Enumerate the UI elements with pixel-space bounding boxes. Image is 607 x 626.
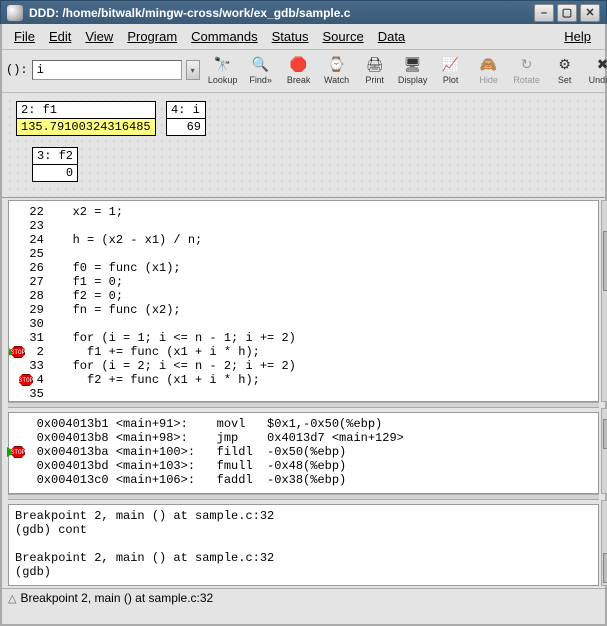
print-button[interactable]: 🖨Print (356, 52, 394, 88)
set-icon: ⚙ (556, 56, 574, 74)
statusbar: △ Breakpoint 2, main () at sample.c:32 (2, 588, 605, 607)
scrollbar-thumb[interactable] (603, 419, 607, 449)
scrollbar-thumb[interactable] (603, 231, 607, 291)
breakpoint-icon[interactable]: STOP (19, 374, 33, 386)
display-f2-title: 3: f2 (33, 148, 77, 165)
display-f1-value: 135.79100324316485 (17, 119, 155, 135)
menu-edit[interactable]: Edit (43, 27, 77, 46)
source-pane[interactable]: 22 x2 = 1; 23 24 h = (x2 - x1) / n; 25 2… (8, 200, 599, 402)
print-icon: 🖨 (366, 56, 384, 74)
rotate-button[interactable]: ↻Rotate (508, 52, 546, 88)
assembly-pane[interactable]: 0x004013b1 <main+91>: movl $0x1,-0x50(%e… (8, 412, 599, 494)
window-title: DDD: /home/bitwalk/mingw-cross/work/ex_g… (29, 6, 531, 20)
data-display-area[interactable]: 2: f1 135.79100324316485 4: i 69 3: f2 0 (2, 93, 605, 198)
find-icon: 🔍 (252, 56, 270, 74)
binoculars-icon: 🔭 (214, 56, 232, 74)
menu-data[interactable]: Data (372, 27, 411, 46)
arg-row: (): ▾ (6, 60, 200, 80)
breakpoint-icon[interactable]: STOP (11, 446, 25, 458)
menu-commands[interactable]: Commands (185, 27, 263, 46)
app-icon (7, 5, 23, 21)
gdb-scrollbar[interactable] (601, 500, 607, 586)
menu-view[interactable]: View (79, 27, 119, 46)
arg-dropdown-button[interactable]: ▾ (186, 60, 200, 80)
menu-help[interactable]: Help (558, 27, 597, 46)
stop-icon: 🛑 (290, 56, 308, 74)
source-code: 22 x2 = 1; 23 24 h = (x2 - x1) / n; 25 2… (9, 201, 598, 402)
breakpoint-icon[interactable]: STOP (11, 346, 25, 358)
toolbar-buttons: 🔭Lookup 🔍Find» 🛑Break ⌚Watch 🖨Print 🖥Dis… (204, 52, 607, 88)
titlebar: DDD: /home/bitwalk/mingw-cross/work/ex_g… (0, 0, 607, 24)
lookup-button[interactable]: 🔭Lookup (204, 52, 242, 88)
display-i-title: 4: i (167, 102, 205, 119)
display-button[interactable]: 🖥Display (394, 52, 432, 88)
window-body: File Edit View Program Commands Status S… (0, 24, 607, 626)
scrollbar-thumb[interactable] (603, 553, 607, 583)
toolbar: (): ▾ 🔭Lookup 🔍Find» 🛑Break ⌚Watch 🖨Prin… (2, 50, 605, 93)
display-f2[interactable]: 3: f2 0 (32, 147, 78, 182)
status-text: Breakpoint 2, main () at sample.c:32 (20, 591, 213, 605)
undisp-icon: ✖ (594, 56, 607, 74)
plot-button[interactable]: 📈Plot (432, 52, 470, 88)
breakpoint-marker-34: STOP (9, 373, 29, 387)
status-icon: △ (8, 592, 16, 605)
close-button[interactable]: ✕ (580, 4, 600, 22)
hide-icon: 🙈 (480, 56, 498, 74)
display-i-value: 69 (167, 119, 205, 135)
menu-source[interactable]: Source (317, 27, 370, 46)
gdb-console-pane[interactable]: Breakpoint 2, main () at sample.c:32 (gd… (8, 504, 599, 586)
undisp-button[interactable]: ✖Undisp (584, 52, 607, 88)
display-f2-value: 0 (33, 165, 77, 181)
set-button[interactable]: ⚙Set (546, 52, 584, 88)
display-icon: 🖥 (404, 56, 422, 74)
arg-input[interactable] (32, 60, 182, 80)
maximize-button[interactable]: ▢ (557, 4, 577, 22)
menubar: File Edit View Program Commands Status S… (2, 24, 605, 50)
rotate-icon: ↻ (518, 56, 536, 74)
break-button[interactable]: 🛑Break (280, 52, 318, 88)
find-button[interactable]: 🔍Find» (242, 52, 280, 88)
asm-scrollbar[interactable] (601, 408, 607, 494)
hide-button[interactable]: 🙈Hide (470, 52, 508, 88)
menu-status[interactable]: Status (266, 27, 315, 46)
display-i[interactable]: 4: i 69 (166, 101, 206, 136)
source-scrollbar[interactable] (601, 200, 607, 402)
watch-button[interactable]: ⌚Watch (318, 52, 356, 88)
plot-icon: 📈 (442, 56, 460, 74)
minimize-button[interactable]: – (534, 4, 554, 22)
menu-program[interactable]: Program (121, 27, 183, 46)
display-f1-title: 2: f1 (17, 102, 155, 119)
asm-current-marker: STOP (9, 445, 29, 459)
gdb-console-text: Breakpoint 2, main () at sample.c:32 (gd… (9, 505, 598, 583)
watch-icon: ⌚ (328, 56, 346, 74)
display-f1[interactable]: 2: f1 135.79100324316485 (16, 101, 156, 136)
assembly-code: 0x004013b1 <main+91>: movl $0x1,-0x50(%e… (9, 413, 598, 491)
menu-file[interactable]: File (8, 27, 41, 46)
arg-label: (): (6, 63, 28, 77)
current-line-marker-32: STOP (9, 345, 29, 359)
